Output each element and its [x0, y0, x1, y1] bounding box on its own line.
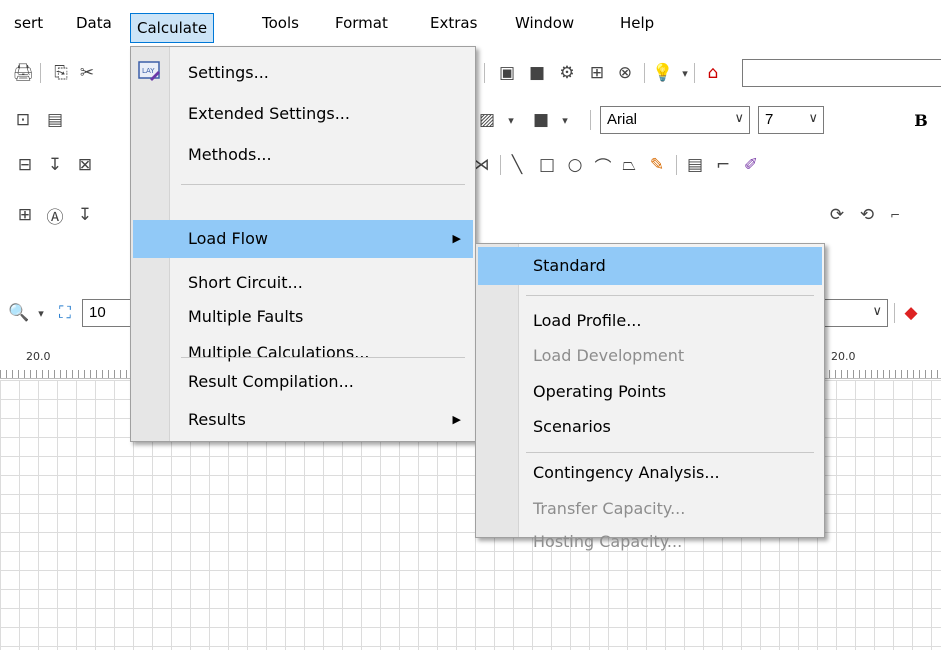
- home-icon[interactable]: ⌂: [702, 62, 724, 84]
- submenu-arrow-icon: ▶: [452, 413, 461, 426]
- menu-item-short-circuit[interactable]: Short Circuit...: [133, 266, 473, 300]
- zoom-level-value: 10: [89, 304, 106, 321]
- submenu-arrow-icon: ▶: [452, 232, 461, 245]
- menu-calculate[interactable]: Calculate: [130, 13, 215, 43]
- horizontal-ruler-right: 20.0: [823, 348, 941, 379]
- rectangle-icon[interactable]: □: [536, 154, 558, 176]
- horizontal-ruler-left: 20.0: [0, 348, 130, 379]
- arc-icon[interactable]: ⌒: [592, 154, 614, 178]
- pencil-icon[interactable]: ✎: [646, 154, 668, 176]
- menu-format[interactable]: Format: [335, 0, 388, 46]
- menu-data[interactable]: Data: [76, 0, 112, 46]
- transformer-icon[interactable]: ⊠: [74, 154, 96, 176]
- search-input[interactable]: [742, 59, 941, 87]
- cut-icon[interactable]: ✂: [76, 62, 98, 84]
- toolbar-separator: [644, 63, 645, 83]
- network-icon[interactable]: ▣: [496, 62, 518, 84]
- text-edit-icon[interactable]: ✐: [740, 154, 762, 176]
- line-icon[interactable]: ╲: [506, 154, 528, 176]
- chevron-down-icon[interactable]: ▾: [30, 302, 52, 324]
- toolbar-separator: [484, 63, 485, 83]
- toolbar-separator: [694, 63, 695, 83]
- tools-icon[interactable]: ⚙: [556, 62, 578, 84]
- submenu-item-contingency-analysis[interactable]: Contingency Analysis...: [478, 421, 822, 482]
- svg-text:LAY: LAY: [142, 67, 155, 75]
- busbar-icon[interactable]: ⊟: [14, 154, 36, 176]
- label-icon[interactable]: ⌐: [712, 154, 734, 176]
- menu-separator: [181, 184, 465, 185]
- menu-item-extended-settings[interactable]: Extended Settings...: [133, 97, 473, 131]
- terminal-icon[interactable]: ↧: [44, 154, 66, 176]
- submenu-item-standard[interactable]: Standard: [478, 247, 822, 285]
- menu-insert[interactable]: sert: [14, 0, 43, 46]
- toolbar-separator: [894, 303, 895, 323]
- ammeter-icon[interactable]: Ⓐ: [44, 204, 66, 228]
- font-size-select[interactable]: 7 ∨: [758, 106, 824, 134]
- layer-select[interactable]: ∨: [820, 299, 888, 327]
- menu-separator: [181, 357, 465, 358]
- layers-icon[interactable]: ◆: [900, 302, 922, 324]
- calculate-menu: LAY Settings... Extended Settings... Met…: [130, 46, 476, 442]
- chevron-down-icon: ∨: [808, 110, 818, 125]
- copy-icon[interactable]: ⎘: [50, 62, 72, 84]
- submenu-item-hosting-capacity[interactable]: Hosting Capacity...: [478, 497, 822, 551]
- select-icon[interactable]: ⊡: [12, 109, 34, 131]
- menu-item-multiple-faults[interactable]: Multiple Faults: [133, 300, 473, 334]
- dc-icon[interactable]: ⌐: [884, 204, 906, 226]
- menu-item-settings[interactable]: LAY Settings...: [133, 56, 473, 90]
- fill-color-icon[interactable]: ▨: [476, 109, 498, 131]
- toolbar-separator: [676, 155, 677, 175]
- chevron-down-icon[interactable]: ▾: [554, 109, 576, 131]
- menu-extras[interactable]: Extras: [430, 0, 477, 46]
- chevron-down-icon: ∨: [734, 110, 744, 125]
- menu-separator: [526, 295, 814, 296]
- font-size-value: 7: [765, 111, 774, 128]
- protection-icon[interactable]: ⟲: [856, 204, 878, 226]
- load-icon[interactable]: ⊞: [14, 204, 36, 226]
- submenu-item-load-development[interactable]: Load Development: [478, 339, 822, 373]
- ruler-tick-label: 20.0: [831, 350, 856, 363]
- menu-item-methods[interactable]: Methods...: [133, 138, 473, 172]
- ellipse-icon[interactable]: ○: [564, 154, 586, 176]
- dropdown-arrow-icon[interactable]: ▾: [674, 62, 696, 84]
- disconnect-icon[interactable]: ⊗: [614, 62, 636, 84]
- settings-icon: LAY: [138, 61, 160, 81]
- menu-help[interactable]: Help: [620, 0, 654, 46]
- zoom-icon[interactable]: 🔍: [8, 302, 30, 324]
- toolbar-separator: [590, 110, 591, 130]
- menu-tools[interactable]: Tools: [262, 0, 299, 46]
- menu-window[interactable]: Window: [515, 0, 574, 46]
- menu-item-load-flow[interactable]: Load Flow ▶: [133, 220, 473, 258]
- submenu-item-load-profile[interactable]: Load Profile...: [478, 304, 822, 338]
- chevron-down-icon[interactable]: ▾: [500, 109, 522, 131]
- print-icon[interactable]: 🖨: [12, 62, 34, 84]
- polygon-icon[interactable]: ⏢: [618, 154, 640, 176]
- load-flow-submenu: Standard Load Profile... Load Developmen…: [475, 243, 825, 551]
- menu-item-results[interactable]: Results ▶: [133, 403, 473, 437]
- database-icon[interactable]: ■: [526, 62, 548, 84]
- toolbar-separator: [500, 155, 501, 175]
- submenu-item-transfer-capacity[interactable]: Transfer Capacity...: [478, 461, 822, 518]
- bold-button[interactable]: B: [910, 109, 932, 131]
- font-name-value: Arial: [607, 111, 638, 128]
- measurement-icon[interactable]: ↧: [74, 204, 96, 226]
- text-box-icon[interactable]: ▤: [684, 154, 706, 176]
- line-color-icon[interactable]: ■: [530, 109, 552, 131]
- menu-bar: sert Data Calculate Tools Format Extras …: [0, 0, 941, 46]
- menu-item-result-compilation[interactable]: Result Compilation...: [133, 365, 473, 399]
- zoom-fit-icon[interactable]: ⛶: [54, 302, 76, 324]
- chevron-down-icon: ∨: [872, 303, 882, 318]
- lightbulb-icon[interactable]: 💡: [652, 62, 674, 84]
- relay-icon[interactable]: ⟳: [826, 204, 848, 226]
- toolbar-separator: [40, 63, 41, 83]
- submenu-item-operating-points[interactable]: Operating Points: [478, 375, 822, 409]
- ruler-tick-label: 20.0: [26, 350, 51, 363]
- tree-icon[interactable]: ⊞: [586, 62, 608, 84]
- font-name-select[interactable]: Arial ∨: [600, 106, 750, 134]
- layer-icon[interactable]: ▤: [44, 109, 66, 131]
